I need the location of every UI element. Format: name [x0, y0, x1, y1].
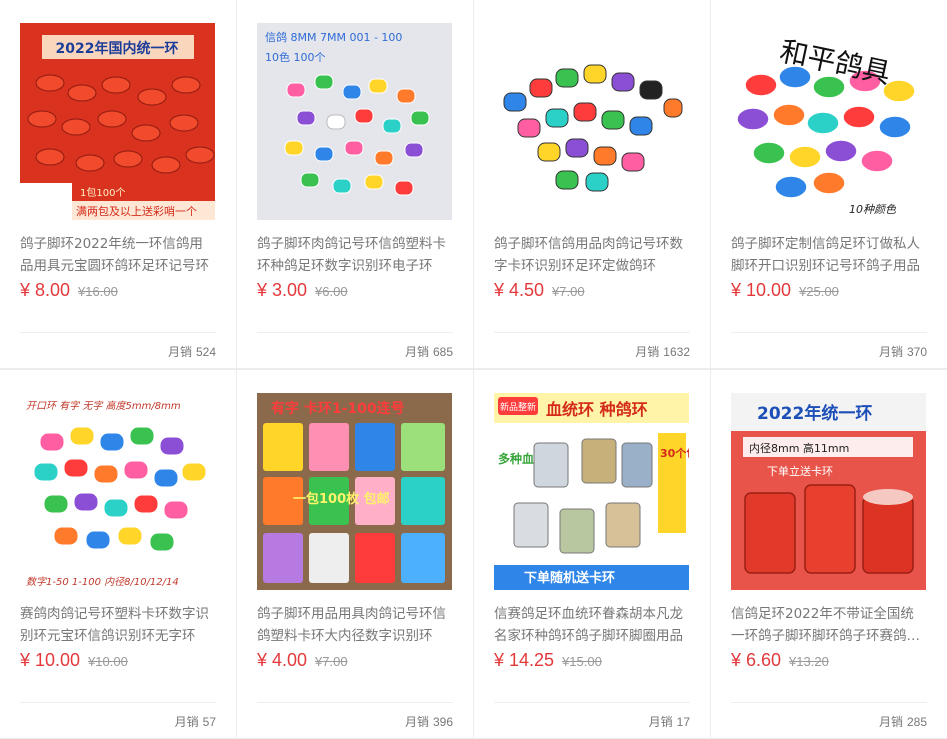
original-price: ¥25.00 [799, 284, 839, 299]
image-text: 新品整新 [500, 401, 536, 413]
divider [494, 332, 690, 333]
monthly-sales: 月销 370 [879, 343, 927, 360]
sales-count: 57 [202, 715, 216, 729]
sales-label: 月销 [167, 345, 192, 359]
divider [257, 702, 453, 703]
image-text: 1包100个 [80, 186, 125, 199]
price-row: ¥ 4.50 ¥7.00 [494, 280, 585, 301]
monthly-sales: 月销 685 [405, 343, 453, 360]
price: ¥ 10.00 [731, 280, 792, 300]
product-card[interactable]: 信鸽 8MM 7MM 001 - 100 10色 100个 鸽子脚环肉鸽记号环信… [237, 0, 473, 368]
sales-count: 370 [906, 345, 927, 359]
sales-label: 月销 [648, 715, 673, 729]
image-text: 一包100枚 包邮 [293, 491, 390, 507]
image-text: 2022年国内统一环 [56, 40, 179, 57]
price-row: ¥ 3.00 ¥6.00 [257, 280, 348, 301]
product-title[interactable]: 鸽子脚环肉鸽记号环信鸽塑料卡环种鸽足环数字识别环电子环 [257, 233, 453, 277]
product-image[interactable]: 开口环 有字 无字 高度5mm/8mm 数字1-50 1-100 内径8/10/… [20, 393, 215, 590]
price-row: ¥ 4.00 ¥7.00 [257, 650, 348, 671]
image-text: 2022年统一环 [757, 403, 872, 424]
divider [257, 332, 453, 333]
sales-count: 396 [432, 715, 453, 729]
product-image[interactable]: 和平鸽具 10种颜色 [731, 23, 926, 220]
image-text: 数字1-50 1-100 内径8/10/12/14 [26, 576, 179, 588]
monthly-sales: 月销 1632 [635, 343, 690, 360]
original-price: ¥10.00 [88, 654, 128, 669]
product-image[interactable]: 2022年统一环 内径8mm 高11mm 下单立送卡环 [731, 393, 926, 590]
product-image[interactable]: 有字 卡环1-100连号 一包100枚 包邮 [257, 393, 452, 590]
product-card[interactable]: 新品整新 血统环 种鸽环 多种血统 30个包邮 下单随机送卡环 信赛鸽足环血统环… [474, 370, 710, 738]
product-title[interactable]: 鸽子脚环信鸽用品肉鸽记号环数字卡环识别环足环定做鸽环 [494, 233, 690, 277]
sales-label: 月销 [174, 715, 199, 729]
original-price: ¥16.00 [78, 284, 118, 299]
price-row: ¥ 10.00 ¥25.00 [731, 280, 839, 301]
image-text: 血统环 种鸽环 [546, 400, 648, 419]
price: ¥ 3.00 [257, 280, 308, 300]
sales-count: 285 [906, 715, 927, 729]
monthly-sales: 月销 396 [405, 713, 453, 730]
sales-label: 月销 [404, 345, 429, 359]
sales-label: 月销 [878, 715, 903, 729]
monthly-sales: 月销 524 [168, 343, 216, 360]
product-title[interactable]: 信鸽足环2022年不带证全国统一环鸽子脚环脚环鸽子环赛鸽用品 [731, 603, 927, 647]
image-text: 下单随机送卡环 [524, 570, 615, 586]
image-text: 开口环 有字 无字 高度5mm/8mm [26, 400, 181, 412]
monthly-sales: 月销 57 [175, 713, 216, 730]
divider [494, 702, 690, 703]
price-row: ¥ 10.00 ¥10.00 [20, 650, 128, 671]
divider [731, 332, 927, 333]
sales-count: 685 [432, 345, 453, 359]
monthly-sales: 月销 17 [649, 713, 690, 730]
product-image[interactable]: 信鸽 8MM 7MM 001 - 100 10色 100个 [257, 23, 452, 220]
image-text: 30个包邮 [660, 446, 689, 460]
price-row: ¥ 8.00 ¥16.00 [20, 280, 118, 301]
price: ¥ 8.00 [20, 280, 71, 300]
divider [20, 332, 216, 333]
divider [20, 702, 216, 703]
original-price: ¥6.00 [315, 284, 348, 299]
image-text: 有字 卡环1-100连号 [271, 400, 405, 417]
price: ¥ 4.00 [257, 650, 308, 670]
sales-label: 月销 [635, 345, 660, 359]
sales-label: 月销 [404, 715, 429, 729]
product-image[interactable]: 新品整新 血统环 种鸽环 多种血统 30个包邮 下单随机送卡环 [494, 393, 689, 590]
product-card[interactable]: 2022年国内统一环 1包100个 满两包及以上送彩哨一个 鸽子脚环2022年统… [0, 0, 236, 368]
product-card[interactable]: 开口环 有字 无字 高度5mm/8mm 数字1-50 1-100 内径8/10/… [0, 370, 236, 738]
price: ¥ 14.25 [494, 650, 555, 670]
product-title[interactable]: 赛鸽肉鸽记号环塑料卡环数字识别环元宝环信鸽识别环无字环 [20, 603, 216, 647]
image-text: 满两包及以上送彩哨一个 [76, 204, 197, 218]
price-row: ¥ 6.60 ¥13.20 [731, 650, 829, 671]
product-card[interactable]: 2022年统一环 内径8mm 高11mm 下单立送卡环 信鸽足环2022年不带证… [711, 370, 947, 738]
monthly-sales: 月销 285 [879, 713, 927, 730]
sales-count: 524 [195, 345, 216, 359]
price-row: ¥ 14.25 ¥15.00 [494, 650, 602, 671]
price: ¥ 4.50 [494, 280, 545, 300]
image-text: 10色 100个 [265, 50, 326, 64]
divider [731, 702, 927, 703]
product-card[interactable]: 和平鸽具 10种颜色 鸽子脚环定制信鸽足环订做私人脚环开口识别环记号环鸽子用品 … [711, 0, 947, 368]
product-image[interactable] [494, 23, 689, 220]
product-image[interactable]: 2022年国内统一环 1包100个 满两包及以上送彩哨一个 [20, 23, 215, 220]
image-text: 下单立送卡环 [767, 464, 833, 478]
product-title[interactable]: 鸽子脚环定制信鸽足环订做私人脚环开口识别环记号环鸽子用品 [731, 233, 927, 277]
original-price: ¥15.00 [562, 654, 602, 669]
image-text: 10种颜色 [849, 203, 897, 216]
sales-count: 17 [676, 715, 690, 729]
image-text: 内径8mm 高11mm [749, 441, 849, 455]
image-text: 信鸽 8MM 7MM 001 - 100 [265, 30, 402, 44]
sales-count: 1632 [663, 345, 690, 359]
product-card[interactable]: 有字 卡环1-100连号 一包100枚 包邮 鸽子脚环用品用具肉鸽记号环信鸽塑料… [237, 370, 473, 738]
product-card[interactable]: 鸽子脚环信鸽用品肉鸽记号环数字卡环识别环足环定做鸽环 ¥ 4.50 ¥7.00 月… [474, 0, 710, 368]
sales-label: 月销 [878, 345, 903, 359]
original-price: ¥13.20 [789, 654, 829, 669]
original-price: ¥7.00 [552, 284, 585, 299]
product-grid: 2022年国内统一环 1包100个 满两包及以上送彩哨一个 鸽子脚环2022年统… [0, 0, 947, 739]
product-title[interactable]: 信赛鸽足环血统环眷森胡本凡龙名家环种鸽环鸽子脚环脚圈用品 [494, 603, 690, 647]
price: ¥ 10.00 [20, 650, 81, 670]
original-price: ¥7.00 [315, 654, 348, 669]
product-title[interactable]: 鸽子脚环2022年统一环信鸽用品用具元宝圆环鸽环足环记号环 [20, 233, 216, 277]
price: ¥ 6.60 [731, 650, 782, 670]
product-title[interactable]: 鸽子脚环用品用具肉鸽记号环信鸽塑料卡环大内径数字识别环 [257, 603, 453, 647]
